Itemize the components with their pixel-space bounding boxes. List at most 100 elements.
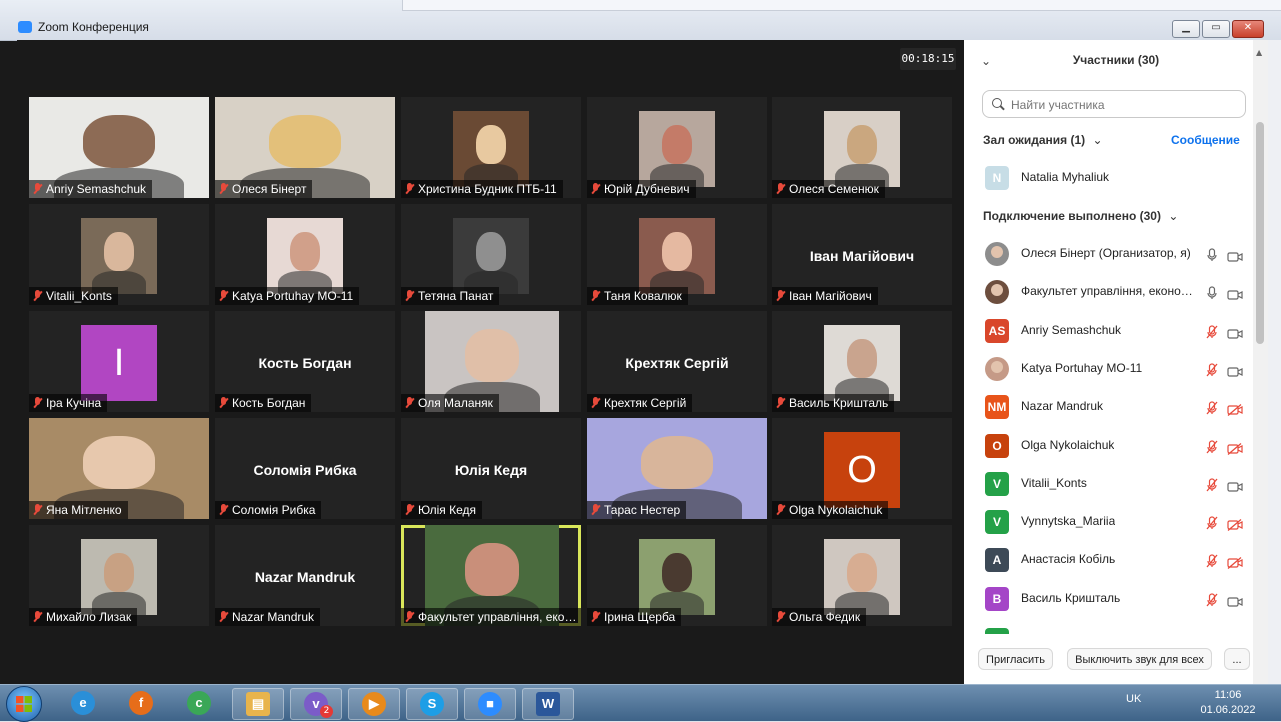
participant-tile[interactable]: Оля Маланяк <box>401 311 581 412</box>
participant-name-label: Olga Nykolaichuk <box>772 501 889 519</box>
camera-icon[interactable] <box>1227 593 1243 607</box>
participant-tile[interactable]: Anriy Semashchuk <box>29 97 209 198</box>
participant-tile[interactable]: Юлія Кедя Юлія Кедя <box>401 418 581 519</box>
participant-tile[interactable]: Яна Мітленко <box>29 418 209 519</box>
participant-name-label: Юлія Кедя <box>401 501 482 519</box>
participant-tile[interactable]: Vitalii_Konts <box>29 204 209 305</box>
participant-tile[interactable]: Михайло Лизак <box>29 525 209 626</box>
participant-row[interactable]: NM Nazar Mandruk <box>964 388 1254 426</box>
taskbar-chrome-icon[interactable]: c <box>174 688 224 718</box>
taskbar-word-icon[interactable]: W <box>522 688 574 720</box>
participant-figure <box>661 231 693 272</box>
microphone-muted-icon[interactable] <box>1205 592 1219 607</box>
participant-name-large: Юлія Кедя <box>454 462 528 478</box>
participant-tile[interactable]: Ольга Федик <box>772 525 952 626</box>
participant-row[interactable]: A Анастасія Кобіль <box>964 541 1254 579</box>
waiting-participant-row[interactable]: N Natalia Myhaliuk <box>964 159 1254 197</box>
participant-tile[interactable]: Олеся Семенюк <box>772 97 952 198</box>
participant-row-partial <box>985 628 1009 634</box>
scroll-thumb[interactable] <box>1256 122 1264 344</box>
microphone-muted-icon[interactable] <box>1205 439 1219 453</box>
camera-off-icon[interactable] <box>1227 554 1243 570</box>
maximize-button[interactable]: ▭ <box>1202 20 1230 38</box>
participant-figure <box>83 436 155 489</box>
participant-figure <box>103 231 135 272</box>
microphone-muted-icon[interactable] <box>1205 477 1219 492</box>
participant-tile[interactable]: Katya Portuhay MO-11 <box>215 204 395 305</box>
participant-tile[interactable]: Іван Магійович Іван Магійович <box>772 204 952 305</box>
avatar <box>985 242 1009 266</box>
search-input[interactable] <box>1009 95 1243 115</box>
taskbar-ie-icon[interactable]: e <box>58 688 108 718</box>
camera-icon[interactable] <box>1227 363 1243 377</box>
participant-tile[interactable]: Таня Ковалюк <box>587 204 767 305</box>
participant-tile[interactable]: Nazar Mandruk Nazar Mandruk <box>215 525 395 626</box>
message-button[interactable]: Сообщение <box>1171 133 1240 147</box>
taskbar-skype-icon[interactable]: S <box>406 688 458 720</box>
taskbar-media-icon[interactable]: ▶ <box>348 688 400 720</box>
participant-name: Olga Nykolaichuk <box>789 503 883 517</box>
connected-header[interactable]: Подключение выполнено (30) ⌄ <box>983 209 1178 223</box>
zoom-app-icon <box>18 21 32 33</box>
participant-tile[interactable]: Факультет управління, економ... <box>401 525 581 626</box>
participant-tile[interactable]: Кость Богдан Кость Богдан <box>215 311 395 412</box>
avatar: O <box>985 433 1009 458</box>
camera-icon[interactable] <box>1227 325 1243 339</box>
taskbar-explorer-icon[interactable]: ▤ <box>232 688 284 720</box>
camera-off-icon[interactable] <box>1227 440 1243 455</box>
clock[interactable]: 11:06 01.06.2022 <box>1198 688 1258 718</box>
participant-row[interactable]: B Василь Кришталь <box>964 580 1254 618</box>
participant-row[interactable]: Олеся Бінерт (Организатор, я) <box>964 235 1254 273</box>
mic-muted-icon <box>591 504 600 515</box>
participant-figure <box>846 338 878 379</box>
camera-icon[interactable] <box>1227 478 1243 492</box>
microphone-muted-icon[interactable] <box>1205 324 1219 339</box>
language-indicator[interactable]: UK <box>1126 693 1141 705</box>
participant-tile[interactable]: Василь Кришталь <box>772 311 952 412</box>
camera-off-icon[interactable] <box>1227 516 1243 532</box>
participant-row[interactable]: AS Anriy Semashchuk <box>964 312 1254 350</box>
taskbar-firefox-icon[interactable]: f <box>116 688 166 718</box>
participant-name: Юлія Кедя <box>418 503 476 517</box>
camera-off-icon[interactable] <box>1227 401 1243 417</box>
participant-tile[interactable]: Тетяна Панат <box>401 204 581 305</box>
taskbar-zoom-icon[interactable]: ■ <box>464 688 516 720</box>
participant-tile[interactable]: I Іра Кучіна <box>29 311 209 412</box>
participant-row[interactable]: V Vynnytska_Mariia <box>964 503 1254 541</box>
participant-name: Ольга Федик <box>789 610 861 624</box>
participant-row[interactable]: Факультет управління, економ... <box>964 273 1254 311</box>
microphone-muted-icon[interactable] <box>1205 362 1219 377</box>
minimize-button[interactable]: ▁ <box>1172 20 1200 38</box>
microphone-muted-icon[interactable] <box>1205 553 1219 568</box>
microphone-muted-icon[interactable] <box>1205 515 1219 530</box>
participant-row[interactable]: Katya Portuhay MO-11 <box>964 350 1254 388</box>
participant-tile[interactable]: Тарас Нестер <box>587 418 767 519</box>
camera-icon[interactable] <box>1227 286 1243 300</box>
microphone-muted-icon[interactable] <box>1205 400 1219 415</box>
participant-tile[interactable]: Соломія Рибка Соломія Рибка <box>215 418 395 519</box>
participant-row[interactable]: V Vitalii_Konts <box>964 465 1254 503</box>
microphone-icon[interactable] <box>1205 247 1219 261</box>
participant-tile[interactable]: Христина Будник ПТБ-11 <box>401 97 581 198</box>
more-button[interactable]: ... <box>1224 648 1250 670</box>
start-button[interactable] <box>6 686 42 722</box>
mute-all-button[interactable]: Выключить звук для всех <box>1067 648 1212 670</box>
taskbar-viber-icon[interactable]: v2 <box>290 688 342 720</box>
participant-tile[interactable]: Крехтяк Сергій Крехтяк Сергій <box>587 311 767 412</box>
participant-row[interactable]: O Olga Nykolaichuk <box>964 427 1254 465</box>
avatar-photo <box>991 284 1003 297</box>
scroll-up-icon[interactable]: ▲ <box>1256 48 1262 57</box>
microphone-icon[interactable] <box>1205 285 1219 300</box>
panel-scrollbar[interactable]: ▲ <box>1253 40 1268 684</box>
close-button[interactable]: ✕ <box>1232 20 1264 38</box>
camera-icon[interactable] <box>1227 248 1243 262</box>
invite-button[interactable]: Пригласить <box>978 648 1053 670</box>
participant-tile[interactable]: Юрій Дубневич <box>587 97 767 198</box>
mic-muted-icon <box>405 504 414 515</box>
waiting-room-title: Зал ожидания (1) <box>983 133 1086 147</box>
search-box[interactable] <box>982 90 1246 118</box>
waiting-room-header[interactable]: Зал ожидания (1) ⌄ <box>983 133 1103 147</box>
participant-tile[interactable]: O Olga Nykolaichuk <box>772 418 952 519</box>
participant-tile[interactable]: Олеся Бінерт <box>215 97 395 198</box>
participant-tile[interactable]: Ірина Щерба <box>587 525 767 626</box>
